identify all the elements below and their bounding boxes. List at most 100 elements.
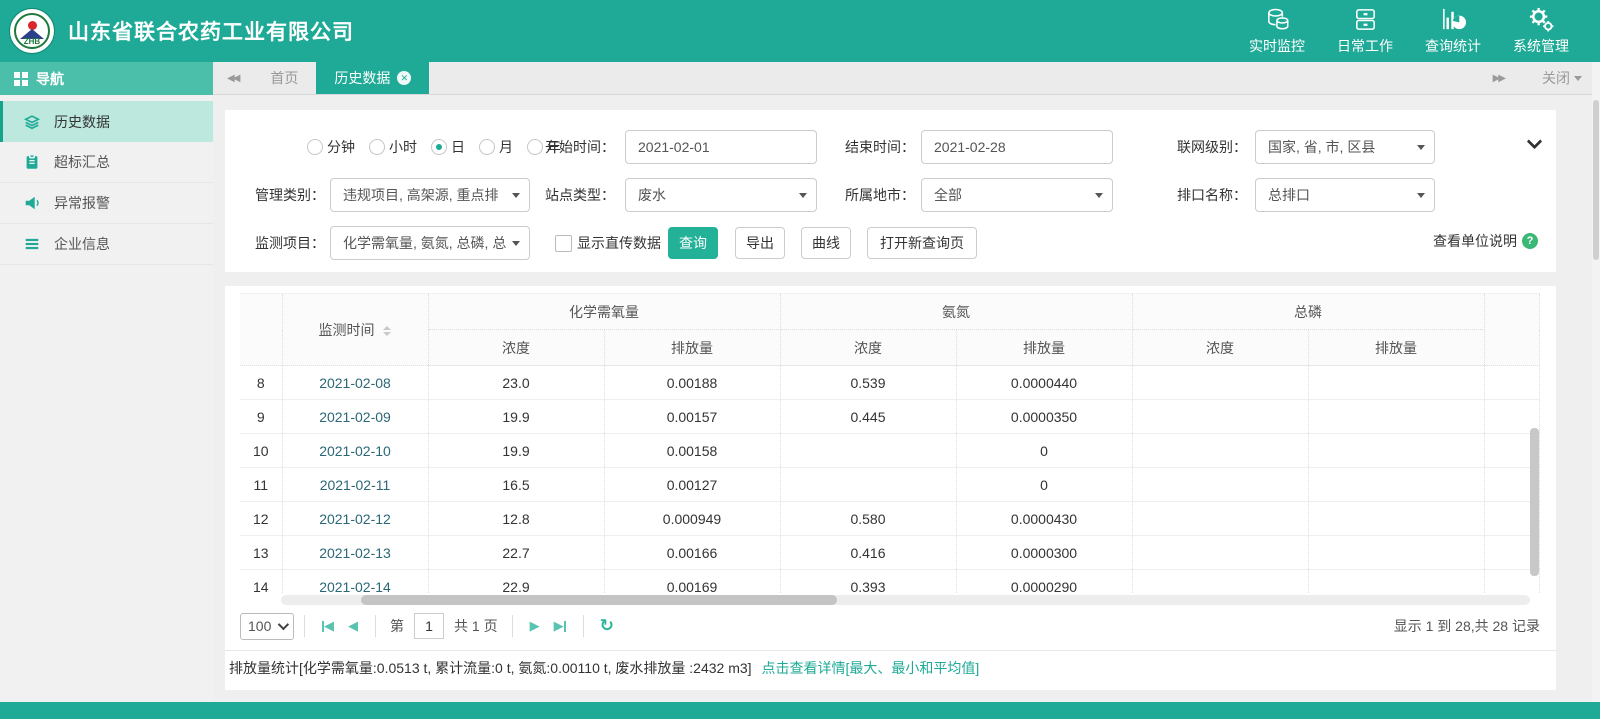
table-row: 13 2021-02-13 22.70.00166 0.4160.0000300 bbox=[240, 536, 1540, 570]
date-link[interactable]: 2021-02-11 bbox=[320, 477, 391, 493]
system-manage-icon bbox=[1528, 6, 1555, 33]
table-row: 14 2021-02-14 22.90.00169 0.3930.0000290 bbox=[240, 570, 1540, 595]
table-row: 12 2021-02-12 12.80.000949 0.5800.000043… bbox=[240, 502, 1540, 536]
direct-data-checkbox[interactable] bbox=[555, 235, 572, 252]
station-type-label: 站点类型： bbox=[545, 178, 615, 212]
radio-icon bbox=[527, 139, 543, 155]
prev-page-button[interactable]: ◀ bbox=[341, 618, 365, 634]
nav-daily-work[interactable]: 日常工作 bbox=[1334, 6, 1396, 56]
outlet-select[interactable]: 总排口 bbox=[1255, 178, 1435, 212]
start-time-input[interactable] bbox=[625, 130, 817, 164]
sub-header: 浓度 bbox=[780, 330, 956, 366]
date-link[interactable]: 2021-02-12 bbox=[319, 511, 391, 527]
next-page-button[interactable]: ▶ bbox=[523, 618, 547, 634]
sub-header: 浓度 bbox=[428, 330, 604, 366]
grid-icon bbox=[14, 72, 28, 86]
sort-icon bbox=[383, 326, 391, 336]
sidebar: 导航 历史数据 超标汇总 异常报警 企业信息 bbox=[0, 62, 213, 702]
sub-header: 排放量 bbox=[1308, 330, 1484, 366]
date-link[interactable]: 2021-02-10 bbox=[319, 443, 391, 459]
company-title: 山东省联合农药工业有限公司 bbox=[68, 16, 354, 46]
tab-bar: ◀◀ 首页 历史数据 ✕ ▶▶ 关闭 bbox=[213, 62, 1600, 95]
select-caret-icon bbox=[1417, 193, 1425, 198]
table-vertical-scrollbar-thumb[interactable] bbox=[1530, 428, 1539, 576]
monitor-items-label: 监测项目： bbox=[255, 226, 325, 260]
query-button[interactable]: 查询 bbox=[668, 227, 718, 259]
tab-home[interactable]: 首页 bbox=[252, 62, 316, 94]
end-time-input[interactable] bbox=[921, 130, 1113, 164]
sub-header: 浓度 bbox=[1132, 330, 1308, 366]
group-header-cod: 化学需氧量 bbox=[428, 294, 780, 330]
tabs-scroll-left-icon[interactable]: ◀◀ bbox=[213, 62, 252, 94]
chevron-down-icon bbox=[278, 619, 289, 630]
footer-bar bbox=[0, 702, 1600, 719]
last-page-button[interactable]: ▶ bbox=[547, 618, 573, 634]
radio-icon bbox=[479, 139, 495, 155]
sidebar-title: 导航 bbox=[0, 62, 213, 95]
chevron-down-icon bbox=[1574, 76, 1582, 81]
horizontal-scrollbar-thumb[interactable] bbox=[361, 595, 837, 605]
tab-close-icon[interactable]: ✕ bbox=[397, 71, 411, 85]
tab-history-data[interactable]: 历史数据 ✕ bbox=[316, 62, 429, 94]
data-table-panel: 监测时间 化学需氧量 氨氮 总磷 浓度 排放量 浓度 排放量 浓度 排放量 bbox=[225, 286, 1556, 690]
nav-query-stats[interactable]: 查询统计 bbox=[1422, 6, 1484, 56]
start-time-label: 开始时间： bbox=[545, 130, 615, 164]
help-icon: ? bbox=[1522, 233, 1538, 249]
group-header-tp: 总磷 bbox=[1132, 294, 1484, 330]
close-tabs-menu[interactable]: 关闭 bbox=[1518, 68, 1600, 88]
manage-category-label: 管理类别： bbox=[255, 178, 325, 212]
open-new-query-page-button[interactable]: 打开新查询页 bbox=[867, 227, 977, 259]
nav-realtime-monitor[interactable]: 实时监控 bbox=[1246, 6, 1308, 56]
date-link[interactable]: 2021-02-08 bbox=[319, 375, 391, 391]
radio-month[interactable]: 月 bbox=[479, 137, 513, 157]
network-level-select[interactable]: 国家, 省, 市, 区县 bbox=[1255, 130, 1435, 164]
date-link[interactable]: 2021-02-14 bbox=[319, 579, 391, 595]
first-page-button[interactable]: ◀ bbox=[315, 618, 341, 634]
end-time-label: 结束时间： bbox=[845, 130, 915, 164]
page-scrollbar-thumb[interactable] bbox=[1593, 100, 1599, 260]
station-type-select[interactable]: 废水 bbox=[625, 178, 817, 212]
page-size-select[interactable]: 100 bbox=[240, 613, 294, 640]
date-link[interactable]: 2021-02-09 bbox=[319, 409, 391, 425]
direct-data-checkbox-label: 显示直传数据 bbox=[577, 226, 661, 260]
table-row: 8 2021-02-08 23.00.00188 0.5390.0000440 bbox=[240, 366, 1540, 400]
curve-button[interactable]: 曲线 bbox=[801, 227, 851, 259]
history-data-table: 监测时间 化学需氧量 氨氮 总磷 浓度 排放量 浓度 排放量 浓度 排放量 bbox=[240, 293, 1540, 594]
sidebar-item-history-data[interactable]: 历史数据 bbox=[0, 101, 213, 142]
radio-icon bbox=[431, 139, 447, 155]
query-stats-icon bbox=[1440, 6, 1467, 33]
city-select[interactable]: 全部 bbox=[921, 178, 1113, 212]
sidebar-item-company-info[interactable]: 企业信息 bbox=[0, 224, 213, 265]
select-caret-icon bbox=[512, 241, 520, 246]
sub-header: 排放量 bbox=[604, 330, 780, 366]
refresh-icon[interactable]: ↻ bbox=[594, 616, 620, 636]
tabs-scroll-right-icon[interactable]: ▶▶ bbox=[1479, 73, 1518, 84]
view-details-link[interactable]: 点击查看详情[最大、最小和平均值] bbox=[761, 660, 979, 676]
radio-hour[interactable]: 小时 bbox=[369, 137, 417, 157]
page-number-input[interactable] bbox=[414, 613, 444, 639]
date-link[interactable]: 2021-02-13 bbox=[319, 545, 391, 561]
table-row: 11 2021-02-11 16.50.00127 0 bbox=[240, 468, 1540, 502]
monitor-items-select[interactable]: 化学需氧量, 氨氮, 总磷, 总 bbox=[330, 226, 530, 260]
group-header-nh3n: 氨氮 bbox=[780, 294, 1132, 330]
collapse-filters-chevron-icon[interactable] bbox=[1527, 134, 1543, 150]
speaker-icon bbox=[23, 194, 41, 212]
network-level-label: 联网级别： bbox=[1177, 130, 1247, 164]
export-button[interactable]: 导出 bbox=[735, 227, 785, 259]
sidebar-item-exceed-summary[interactable]: 超标汇总 bbox=[0, 142, 213, 183]
realtime-monitor-icon bbox=[1264, 6, 1291, 33]
sidebar-item-abnormal-alarm[interactable]: 异常报警 bbox=[0, 183, 213, 224]
radio-minute[interactable]: 分钟 bbox=[307, 137, 355, 157]
select-caret-icon bbox=[512, 193, 520, 198]
view-unit-description-link[interactable]: 查看单位说明 ? bbox=[1433, 231, 1538, 251]
nav-system-manage[interactable]: 系统管理 bbox=[1510, 6, 1572, 56]
radio-icon bbox=[369, 139, 385, 155]
nav-label: 实时监控 bbox=[1249, 36, 1305, 56]
app-header: ZHB 山东省联合农药工业有限公司 实时监控 日常工作 查询统计 bbox=[0, 0, 1600, 62]
manage-category-select[interactable]: 违规项目, 高架源, 重点排 bbox=[330, 178, 530, 212]
select-caret-icon bbox=[1095, 193, 1103, 198]
radio-day[interactable]: 日 bbox=[431, 137, 465, 157]
filler-header bbox=[1484, 294, 1540, 366]
radio-icon bbox=[307, 139, 323, 155]
time-column-header[interactable]: 监测时间 bbox=[282, 294, 428, 366]
